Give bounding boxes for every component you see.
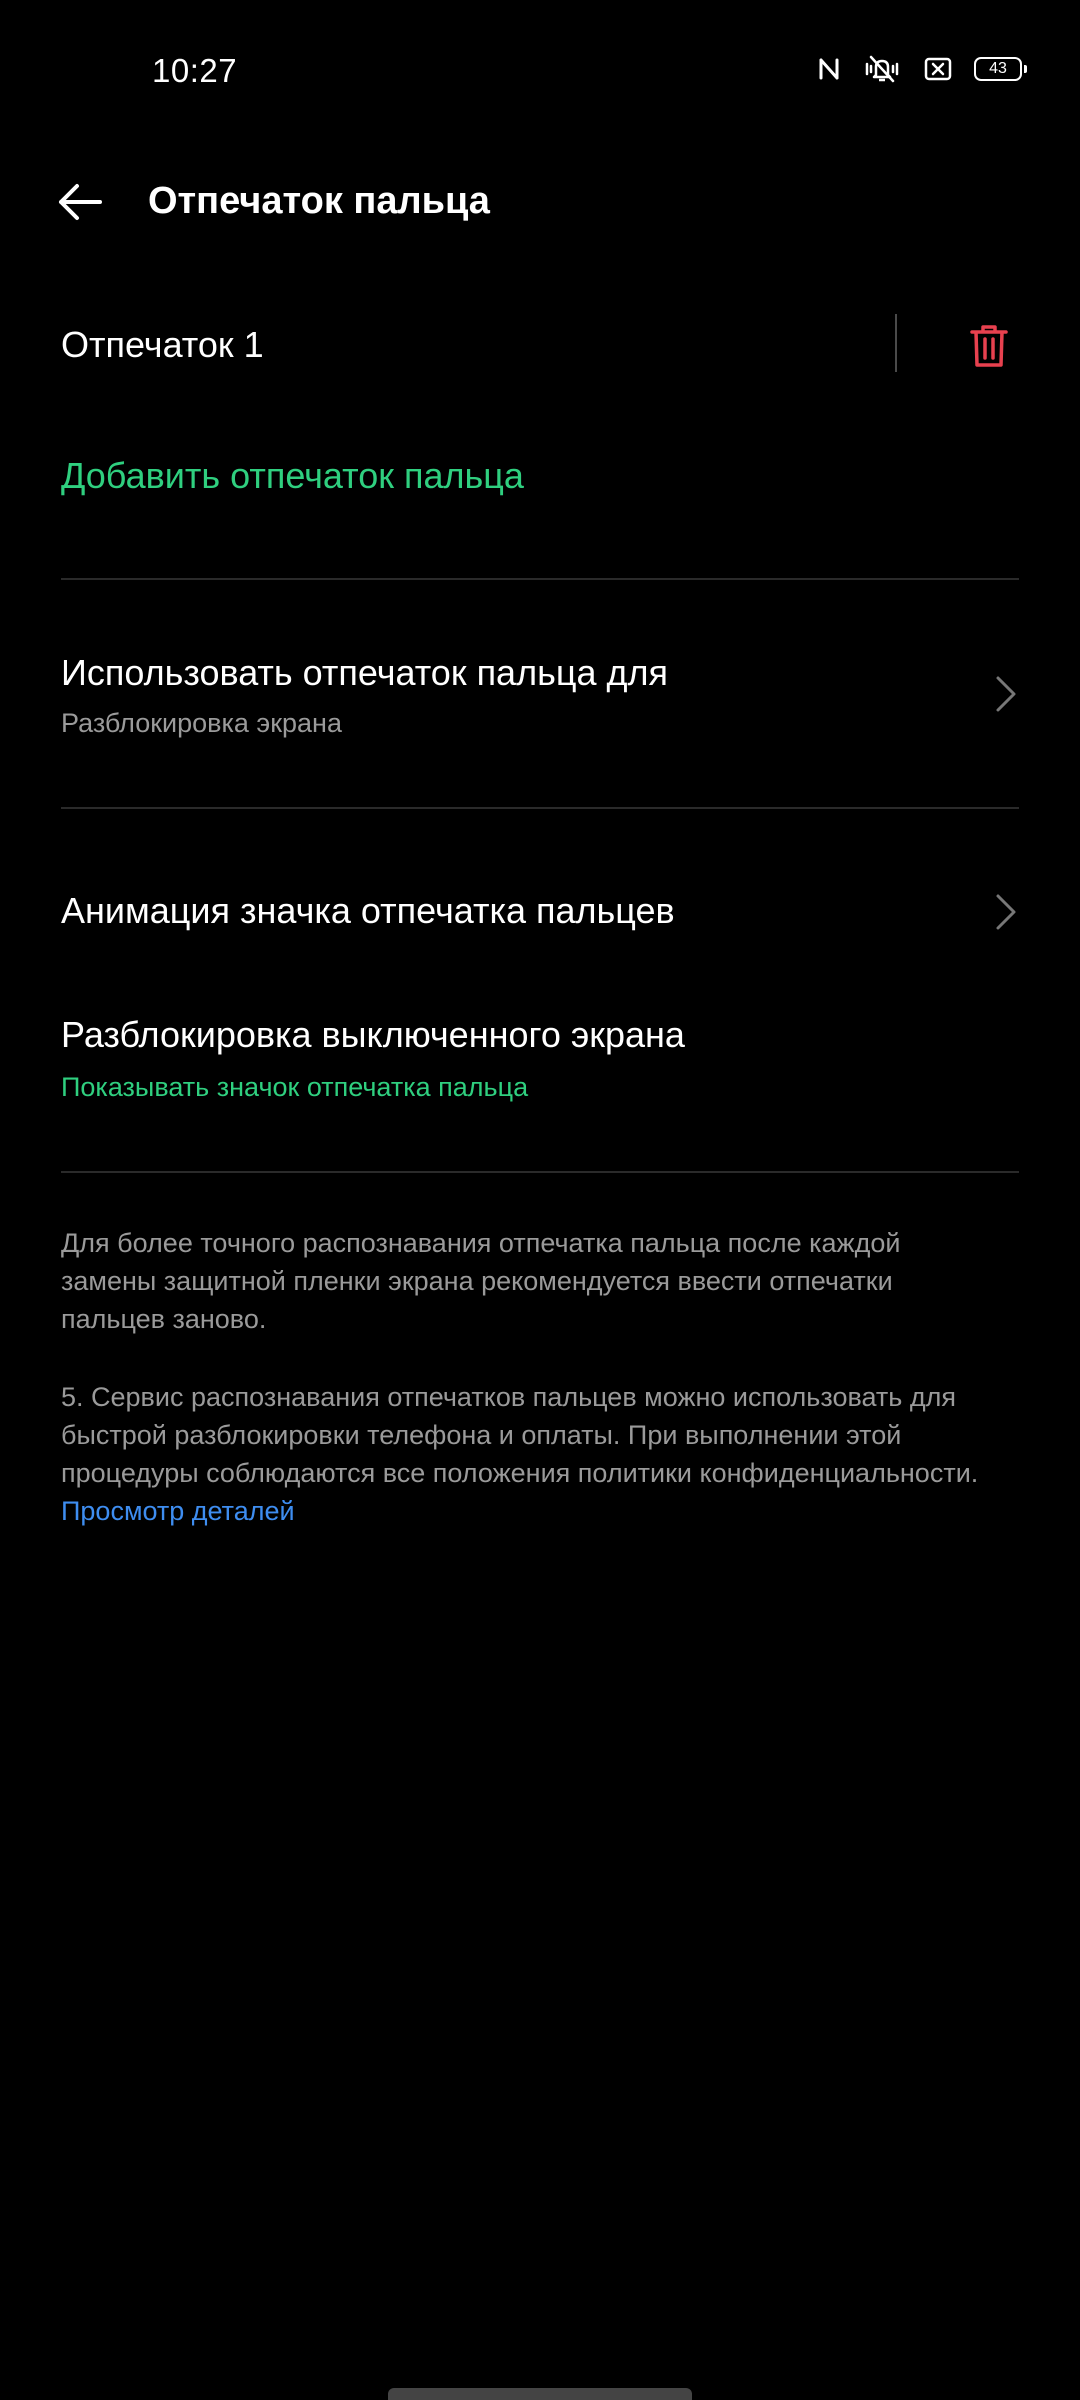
- add-fingerprint-button[interactable]: Добавить отпечаток пальца: [61, 455, 524, 497]
- film-note: Для более точного распознавания отпечатк…: [61, 1228, 901, 1334]
- vibrate-silent-icon: [862, 54, 902, 84]
- privacy-note: 5. Сервис распознавания отпечатков пальц…: [61, 1378, 981, 1530]
- delete-fingerprint-button[interactable]: [955, 312, 1023, 380]
- divider: [61, 1171, 1019, 1173]
- fingerprint-item[interactable]: Отпечаток 1: [0, 300, 1080, 390]
- divider: [61, 807, 1019, 809]
- divider: [61, 578, 1019, 580]
- status-time: 10:27: [152, 52, 238, 89]
- status-bar: 10:27 43: [0, 0, 1080, 140]
- icon-animation-item[interactable]: Анимация значка отпечатка пальцев: [0, 860, 1080, 960]
- screen-block-icon: [924, 56, 952, 82]
- screen-off-unlock-item[interactable]: Разблокировка выключенного экрана Показы…: [0, 1000, 1080, 1120]
- use-fingerprint-for-subtitle: Разблокировка экрана: [61, 708, 342, 738]
- battery-icon: 43: [974, 57, 1027, 81]
- home-indicator[interactable]: [388, 2388, 692, 2400]
- nfc-icon: [818, 56, 840, 82]
- battery-level: 43: [989, 60, 1007, 77]
- privacy-details-link[interactable]: Просмотр деталей: [61, 1496, 295, 1526]
- fingerprint-name: Отпечаток 1: [61, 324, 264, 365]
- vertical-divider: [895, 314, 897, 372]
- trash-icon: [970, 325, 1008, 367]
- chevron-right-icon: [988, 890, 1024, 934]
- back-button[interactable]: [50, 172, 110, 232]
- arrow-back-icon: [59, 184, 102, 220]
- status-icons: 43: [818, 54, 1027, 84]
- use-fingerprint-for-title: Использовать отпечаток пальца для: [61, 652, 668, 693]
- page-title: Отпечаток пальца: [148, 180, 490, 222]
- privacy-note-text: 5. Сервис распознавания отпечатков пальц…: [61, 1382, 979, 1488]
- app-bar: Отпечаток пальца: [0, 160, 1080, 242]
- use-fingerprint-for-item[interactable]: Использовать отпечаток пальца для Разбло…: [0, 630, 1080, 760]
- icon-animation-title: Анимация значка отпечатка пальцев: [61, 890, 675, 931]
- chevron-right-icon: [988, 672, 1024, 716]
- screen-off-unlock-title: Разблокировка выключенного экрана: [61, 1014, 685, 1055]
- screen-off-unlock-subtitle: Показывать значок отпечатка пальца: [61, 1072, 529, 1102]
